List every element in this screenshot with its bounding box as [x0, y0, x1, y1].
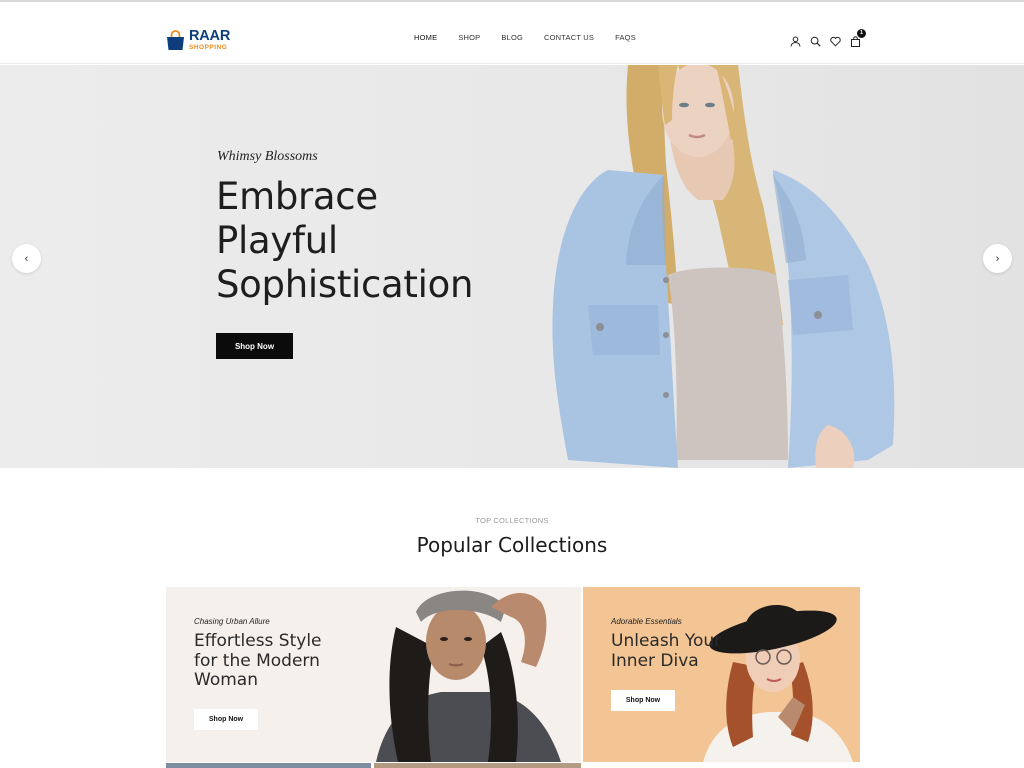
chevron-left-icon: ‹	[24, 252, 29, 265]
site-header: RAAR SHOPPING HOME SHOP BLOG CONTACT US …	[0, 2, 1024, 64]
card-title: Unleash Your Inner Diva	[611, 631, 741, 671]
hero-title-line: Embrace	[216, 175, 378, 218]
hero-slider: Whimsy Blossoms Embrace Playful Sophisti…	[0, 65, 1024, 468]
slider-next-button[interactable]: ›	[983, 244, 1012, 273]
card-title-line: for the Modern	[194, 650, 320, 671]
brand-tagline: SHOPPING	[189, 43, 228, 51]
shopping-bag-logo-icon	[165, 29, 186, 51]
slider-prev-button[interactable]: ‹	[12, 244, 41, 273]
card-shop-now-button[interactable]: Shop Now	[611, 690, 675, 711]
card-title-line: Unleash Your	[611, 631, 722, 651]
header-actions: 1	[790, 29, 866, 47]
brand-name: RAAR	[189, 28, 231, 44]
collection-model-image	[703, 605, 853, 762]
hero-title-line: Sophistication	[216, 263, 474, 306]
card-title: Effortless Style for the Modern Woman	[194, 631, 354, 691]
hero-shop-now-button[interactable]: Shop Now	[216, 333, 293, 359]
card-eyebrow: Adorable Essentials	[611, 617, 682, 626]
collections-title: Popular Collections	[416, 533, 608, 557]
main-nav: HOME SHOP BLOG CONTACT US FAQS	[414, 33, 657, 42]
card-eyebrow: Chasing Urban Allure	[194, 617, 270, 626]
collection-card-diva[interactable]: Adorable Essentials Unleash Your Inner D…	[583, 587, 860, 762]
next-card-peek	[374, 763, 581, 768]
card-shop-now-button[interactable]: Shop Now	[194, 709, 258, 730]
hero-title: Embrace Playful Sophistication	[216, 175, 536, 307]
hero-eyebrow: Whimsy Blossoms	[217, 149, 318, 164]
collection-card-urban[interactable]: Chasing Urban Allure Effortless Style fo…	[166, 587, 581, 762]
search-icon[interactable]	[810, 34, 821, 47]
collections-eyebrow: TOP COLLECTIONS	[475, 516, 549, 525]
card-title-line: Inner Diva	[611, 650, 699, 671]
nav-item-shop[interactable]: SHOP	[458, 33, 480, 42]
collection-model-image	[376, 590, 561, 762]
chevron-right-icon: ›	[995, 252, 1000, 265]
next-card-peek	[166, 763, 371, 768]
brand-logo[interactable]: RAAR SHOPPING	[165, 26, 230, 54]
cart-count-badge: 1	[857, 29, 866, 38]
nav-item-home[interactable]: HOME	[414, 33, 437, 42]
hero-title-line: Playful	[216, 219, 338, 262]
heart-icon[interactable]	[830, 34, 841, 47]
card-title-line: Effortless Style	[194, 631, 322, 651]
nav-item-faqs[interactable]: FAQS	[615, 33, 636, 42]
hero-model-image	[552, 65, 895, 468]
card-title-line: Woman	[194, 670, 258, 690]
nav-item-contact-us[interactable]: CONTACT US	[544, 33, 594, 42]
nav-item-blog[interactable]: BLOG	[501, 33, 523, 42]
user-icon[interactable]	[790, 34, 801, 47]
bag-icon[interactable]: 1	[850, 29, 866, 47]
